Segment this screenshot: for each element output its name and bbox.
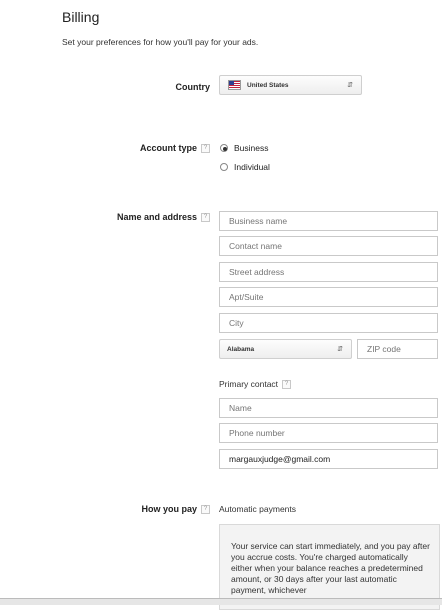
payment-description-text: Your service can start immediately, and … (231, 541, 430, 595)
country-value: United States (247, 82, 289, 89)
account-type-label-text: Account type (139, 143, 197, 153)
zip-code-input[interactable] (357, 339, 438, 359)
payment-method-label: Automatic payments (219, 504, 297, 514)
street-address-input[interactable] (219, 262, 438, 282)
name-address-help-icon[interactable]: ? (201, 213, 210, 223)
name-address-label: Name and address? (60, 212, 210, 223)
us-flag-icon (228, 80, 241, 90)
apt-suite-input[interactable] (219, 287, 438, 307)
page-subtitle: Set your preferences for how you'll pay … (62, 37, 259, 47)
phone-number-input[interactable] (219, 423, 438, 443)
primary-contact-label: Primary contact? (219, 379, 292, 390)
country-select[interactable]: United States ⇵ (219, 75, 362, 95)
city-input[interactable] (219, 313, 438, 333)
contact-name-input[interactable] (219, 236, 438, 256)
name-address-label-text: Name and address (116, 212, 197, 222)
how-you-pay-label: How you pay? (60, 504, 210, 515)
account-type-business-radio[interactable] (220, 144, 228, 152)
state-value: Alabama (227, 346, 255, 353)
account-type-help-icon[interactable]: ? (201, 144, 210, 154)
select-arrows-icon: ⇵ (337, 346, 343, 353)
how-you-pay-label-text: How you pay (141, 504, 197, 514)
account-type-individual-label[interactable]: Individual (234, 162, 270, 172)
country-label: Country (175, 82, 211, 92)
account-type-business-label[interactable]: Business (234, 143, 269, 153)
account-type-individual-radio[interactable] (220, 163, 228, 171)
how-you-pay-help-icon[interactable]: ? (201, 505, 210, 515)
email-input[interactable] (219, 449, 438, 469)
business-name-input[interactable] (219, 211, 438, 231)
state-select[interactable]: Alabama ⇵ (219, 339, 352, 359)
primary-contact-label-text: Primary contact (219, 379, 279, 389)
select-arrows-icon: ⇵ (347, 82, 353, 89)
page-title: Billing (62, 9, 100, 25)
contact-name-input-2[interactable] (219, 398, 438, 418)
account-type-label: Account type? (60, 143, 210, 154)
primary-contact-help-icon[interactable]: ? (282, 380, 292, 390)
